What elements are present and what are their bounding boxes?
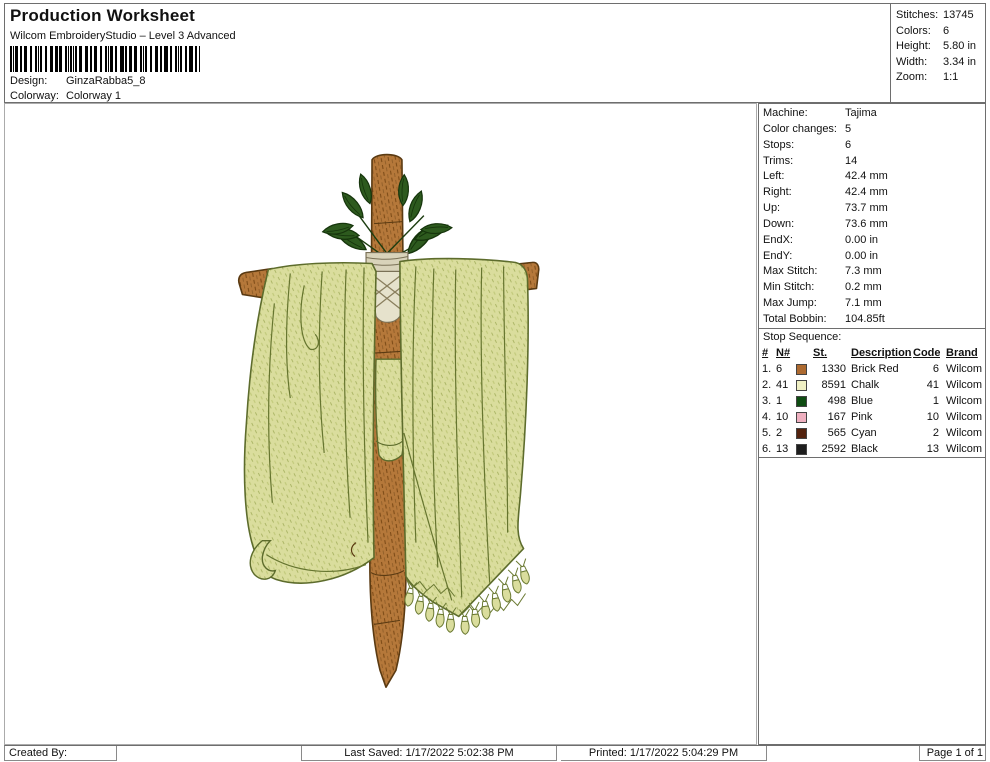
production-worksheet-page: Production Worksheet Wilcom EmbroiderySt…: [0, 0, 990, 762]
info-row-color-changes: Color changes: 5: [763, 122, 852, 135]
stat-colors: Colors: 6: [896, 24, 950, 37]
colorway-name: Colorway 1: [66, 90, 122, 102]
col-header-num: #: [762, 346, 769, 359]
stop-sequence-table: # N# St. Description Code Brand 1. 6 1330…: [761, 345, 985, 457]
info-row-trims: Trims: 14: [763, 154, 858, 167]
colorway-label: Colorway:: [10, 90, 59, 102]
col-header-brand: Brand: [946, 346, 978, 359]
last-saved-cell: Last Saved: 1/17/2022 5:02:38 PM: [301, 746, 557, 761]
machine-info-panel: Machine: Tajima Color changes: 5 Stops: 6 T…: [758, 103, 986, 745]
col-header-code: Code: [913, 346, 940, 359]
info-row-left: Left: 42.4 mm: [763, 170, 888, 183]
stop-sequence-header-row: # N# St. Description Code Brand: [761, 345, 985, 361]
stat-stitches: Stitches: 13745: [896, 9, 974, 21]
info-row-max-stitch: Max Stitch: 7.3 mm: [763, 265, 882, 278]
page-number-cell: Page 1 of 1: [919, 746, 986, 761]
info-row-min-stitch: Min Stitch: 0.2 mm: [763, 281, 882, 294]
col-header-swatch: [795, 345, 812, 361]
design-name: GinzaRabba5_8: [66, 75, 146, 87]
cloth-scarf-right: [399, 257, 529, 618]
info-row-total-bobbin: Total Bobbin: 104.85ft: [763, 312, 885, 325]
col-header-st: St.: [813, 346, 828, 359]
design-row: Design: GinzaRabba5_8: [10, 75, 146, 87]
cloth-left-panel: [243, 261, 377, 584]
colorway-row: Colorway: Colorway 1: [10, 90, 121, 102]
page-title: Production Worksheet: [10, 6, 196, 25]
info-row-down: Down: 73.6 mm: [763, 217, 888, 230]
table-row: 1. 6 1330 Brick Red 6 Wilcom: [762, 362, 983, 376]
color-swatch: [796, 428, 807, 440]
stat-height: Height: 5.80 in: [896, 40, 977, 52]
stat-width: Width: 3.34 in: [896, 55, 977, 68]
color-swatch: [796, 412, 807, 424]
table-row: 4. 10 167 Pink 10 Wilcom: [762, 410, 983, 424]
footer: Created By: Last Saved: 1/17/2022 5:02:3…: [4, 745, 986, 761]
header: Production Worksheet Wilcom EmbroiderySt…: [4, 3, 986, 103]
info-row-up: Up: 73.7 mm: [763, 202, 888, 215]
info-row-endx: EndX: 0.00 in: [763, 233, 879, 246]
design-preview-area: [4, 103, 757, 745]
info-row-right: Right: 42.4 mm: [763, 186, 888, 199]
table-row: 2. 41 8591 Chalk 41 Wilcom: [762, 378, 983, 392]
embroidery-artwork: [237, 153, 540, 688]
color-swatch: [796, 444, 807, 456]
color-swatch: [796, 396, 807, 408]
info-row-max-jump: Max Jump: 7.1 mm: [763, 297, 882, 310]
table-row: 3. 1 498 Blue 1 Wilcom: [762, 394, 983, 408]
table-row: 5. 2 565 Cyan 2 Wilcom: [762, 426, 983, 440]
table-bottom-divider: [759, 456, 985, 458]
table-row: 6. 13 2592 Black 13 Wilcom: [762, 442, 983, 456]
col-header-description: Description: [851, 346, 912, 359]
color-swatch: [796, 380, 807, 392]
printed-cell: Printed: 1/17/2022 5:04:29 PM: [561, 746, 767, 761]
design-label: Design:: [10, 75, 48, 87]
info-row-machine: Machine: Tajima: [763, 107, 877, 119]
stop-sequence-label: Stop Sequence:: [763, 330, 842, 343]
col-header-n: N#: [776, 346, 791, 359]
design-barcode: [10, 46, 200, 72]
created-by-cell: Created By:: [5, 746, 117, 761]
app-subtitle: Wilcom EmbroideryStudio – Level 3 Advanc…: [10, 30, 236, 42]
stat-zoom: Zoom: 1:1: [896, 71, 959, 83]
color-swatch: [796, 364, 807, 376]
stats-box: Stitches: 13745 Colors: 6 Height: 5.80 in W…: [890, 4, 985, 102]
info-row-endy: EndY: 0.00 in: [763, 249, 879, 262]
machine-info-list: Machine: Tajima Color changes: 5 Stops: 6 T…: [759, 104, 985, 328]
info-row-stops: Stops: 6: [763, 138, 852, 151]
